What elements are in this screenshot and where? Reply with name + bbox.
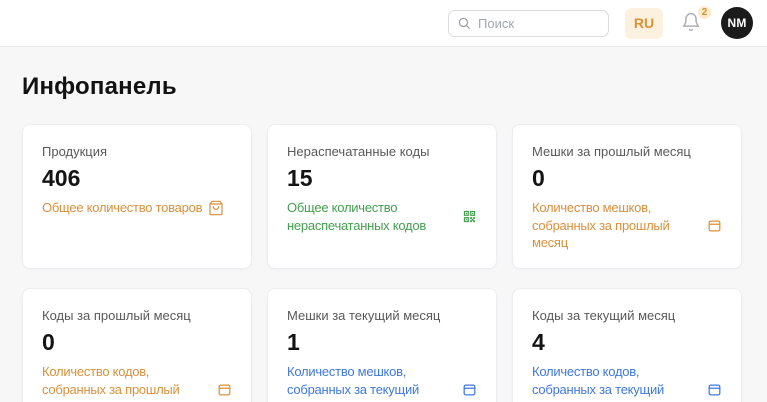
card-bags-current-month: Мешки за текущий месяц 1 Количество мешк…: [267, 288, 497, 402]
card-value: 0: [42, 330, 232, 355]
card-description-row: Количество мешков, собранных за прошлый …: [532, 199, 722, 252]
calendar-icon: [217, 382, 232, 397]
card-unprinted-codes: Нераспечатанные коды 15 Общее количество…: [267, 124, 497, 269]
calendar-icon: [707, 218, 722, 233]
card-description-row: Количество кодов, собранных за текущий м…: [532, 363, 722, 402]
card-description: Количество кодов, собранных за прошлый м…: [42, 363, 211, 402]
card-label: Мешки за прошлый месяц: [532, 144, 722, 159]
notifications-button[interactable]: 2: [681, 12, 703, 34]
card-description-row: Общее количество нераспечатанных кодов: [287, 199, 477, 234]
page-title: Инфопанель: [22, 73, 767, 101]
card-label: Мешки за текущий месяц: [287, 308, 477, 323]
card-label: Коды за прошлый месяц: [42, 308, 232, 323]
shopping-bag-icon: [208, 200, 224, 216]
card-value: 406: [42, 166, 232, 191]
card-description-row: Общее количество товаров: [42, 199, 232, 217]
calendar-icon: [462, 382, 477, 397]
card-value: 1: [287, 330, 477, 355]
card-bags-last-month: Мешки за прошлый месяц 0 Количество мешк…: [512, 124, 742, 269]
calendar-icon: [707, 382, 722, 397]
card-description: Количество кодов, собранных за текущий м…: [532, 363, 701, 402]
card-description: Общее количество товаров: [42, 199, 202, 217]
avatar[interactable]: NM: [721, 7, 753, 39]
card-description: Количество мешков, собранных за текущий …: [287, 363, 456, 402]
top-bar: RU 2 NM: [0, 0, 767, 47]
card-codes-last-month: Коды за прошлый месяц 0 Количество кодов…: [22, 288, 252, 402]
card-value: 4: [532, 330, 722, 355]
card-codes-current-month: Коды за текущий месяц 4 Количество кодов…: [512, 288, 742, 402]
card-label: Коды за текущий месяц: [532, 308, 722, 323]
search-box: [448, 10, 609, 37]
card-description: Общее количество нераспечатанных кодов: [287, 199, 456, 234]
notification-badge: 2: [697, 5, 712, 20]
card-label: Продукция: [42, 144, 232, 159]
card-description-row: Количество мешков, собранных за текущий …: [287, 363, 477, 402]
card-description: Количество мешков, собранных за прошлый …: [532, 199, 701, 252]
card-description-row: Количество кодов, собранных за прошлый м…: [42, 363, 232, 402]
card-label: Нераспечатанные коды: [287, 144, 477, 159]
card-value: 0: [532, 166, 722, 191]
search-input[interactable]: [448, 10, 609, 37]
stats-cards-grid: Продукция 406 Общее количество товаров Н…: [22, 124, 742, 402]
card-products: Продукция 406 Общее количество товаров: [22, 124, 252, 269]
qr-code-icon: [462, 209, 477, 224]
language-button[interactable]: RU: [625, 8, 663, 39]
card-value: 15: [287, 166, 477, 191]
